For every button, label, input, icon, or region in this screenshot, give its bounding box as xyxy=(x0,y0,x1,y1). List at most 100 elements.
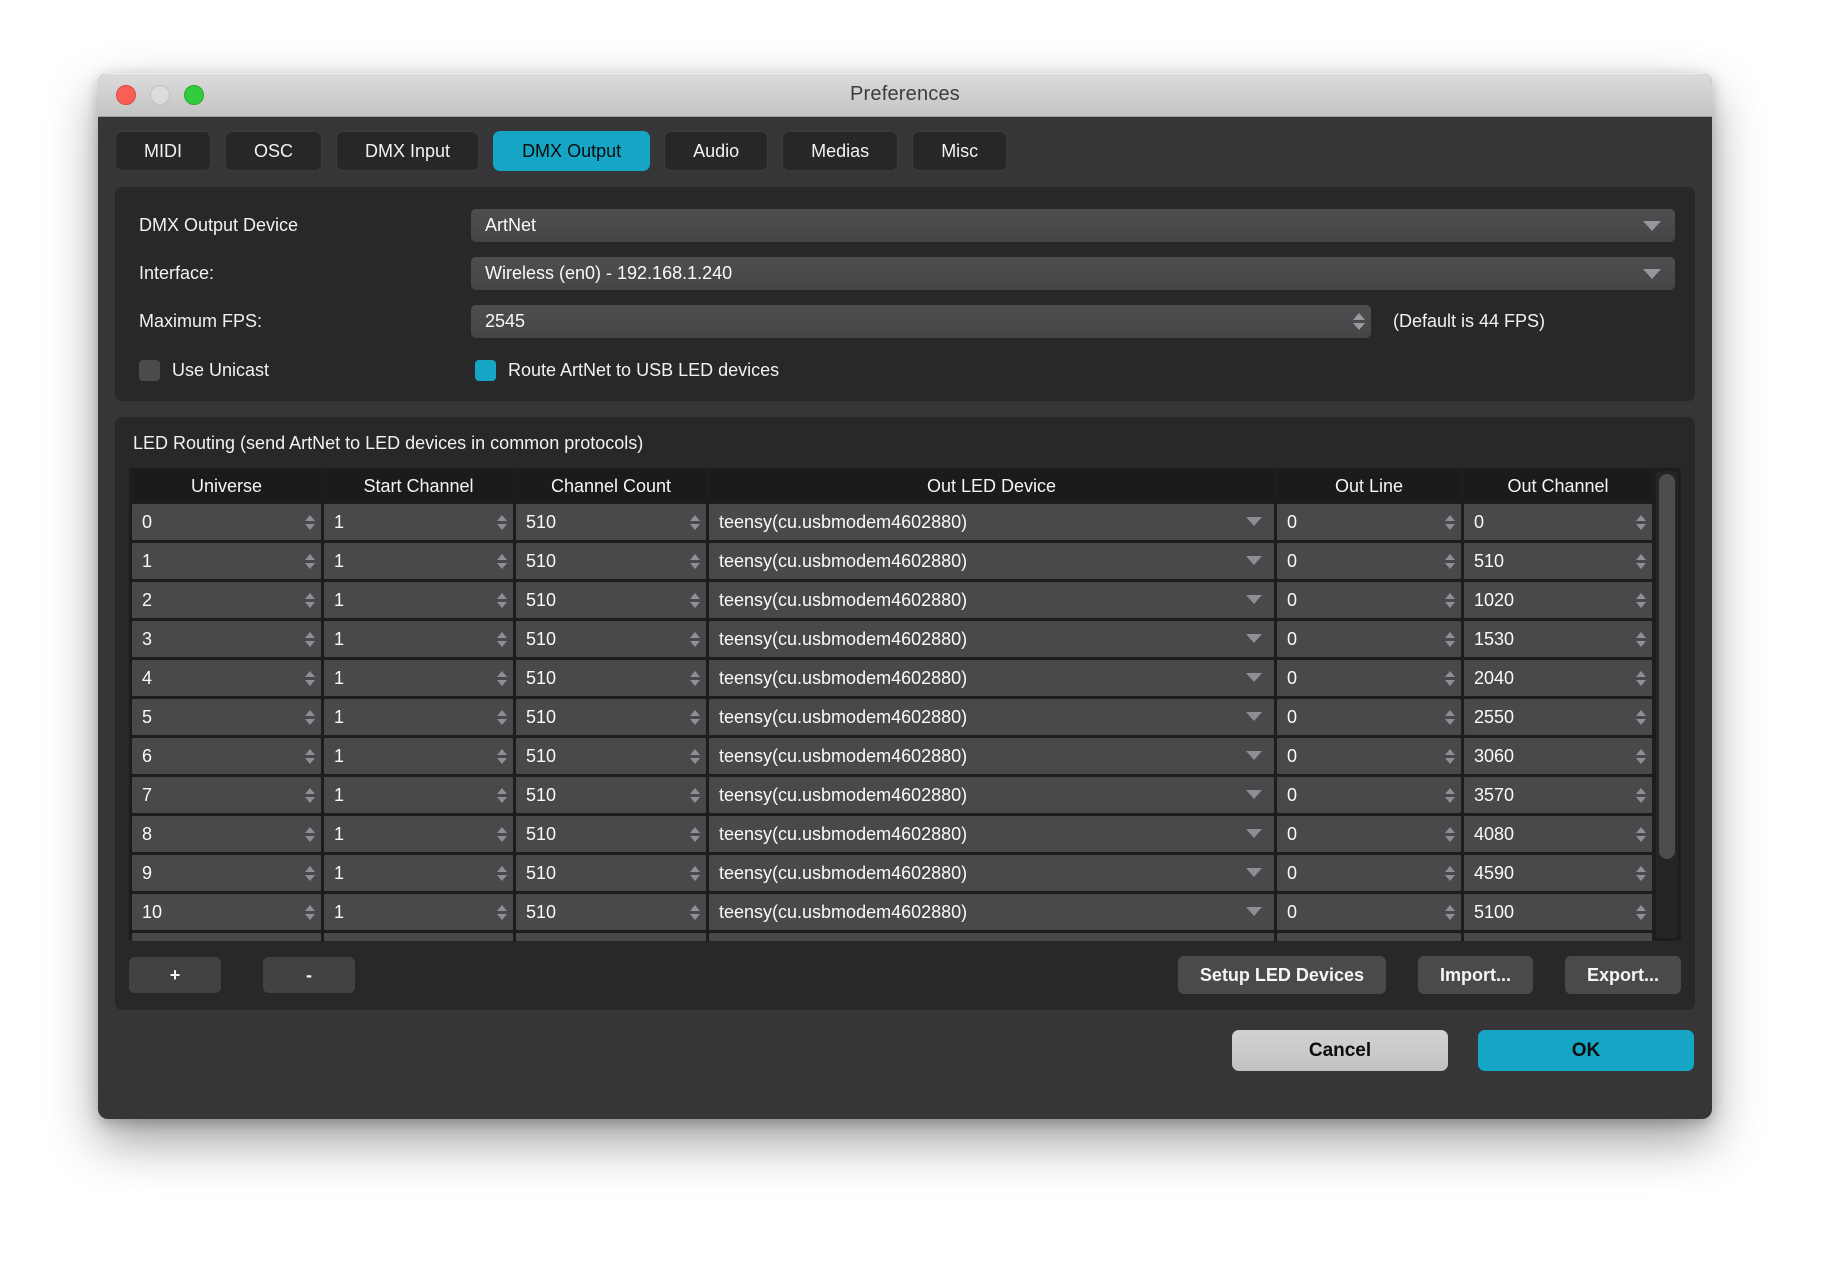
tab-dmx-output[interactable]: DMX Output xyxy=(493,131,650,171)
out-led-device-cell[interactable]: teensy(cu.usbmodem4602880) xyxy=(709,699,1274,735)
out-line-cell[interactable]: 0 xyxy=(1277,621,1461,657)
stepper-arrows-icon[interactable] xyxy=(1636,504,1646,540)
out-channel-cell[interactable]: 3570 xyxy=(1464,777,1652,813)
start-channel-cell[interactable]: 1 xyxy=(324,699,513,735)
universe-cell[interactable]: 0 xyxy=(132,504,321,540)
out-channel-cell[interactable]: 510 xyxy=(1464,543,1652,579)
out-led-device-cell[interactable]: teensy(cu.usbmodem4602880) xyxy=(709,777,1274,813)
dmx-output-device-dropdown[interactable]: ArtNet xyxy=(471,209,1675,242)
start-channel-cell[interactable]: 1 xyxy=(324,816,513,852)
out-line-cell[interactable]: 0 xyxy=(1277,894,1461,930)
stepper-arrows-icon[interactable] xyxy=(690,816,700,852)
channel-count-cell[interactable]: 510 xyxy=(516,699,706,735)
stepper-arrows-icon[interactable] xyxy=(305,777,315,813)
channel-count-cell[interactable]: 510 xyxy=(516,543,706,579)
stepper-arrows-icon[interactable] xyxy=(690,855,700,891)
route-artnet-checkbox[interactable] xyxy=(475,360,496,381)
start-channel-cell[interactable]: 1 xyxy=(324,621,513,657)
stepper-arrows-icon[interactable] xyxy=(1445,777,1455,813)
out-led-device-cell[interactable]: teensy(cu.usbmodem4602880) xyxy=(709,894,1274,930)
ok-button[interactable]: OK xyxy=(1478,1030,1694,1071)
scrollbar-thumb[interactable] xyxy=(1659,474,1675,859)
stepper-arrows-icon[interactable] xyxy=(497,738,507,774)
start-channel-cell[interactable]: 1 xyxy=(324,855,513,891)
stepper-arrows-icon[interactable] xyxy=(305,582,315,618)
out-channel-cell[interactable]: 5100 xyxy=(1464,894,1652,930)
start-channel-cell[interactable]: 1 xyxy=(324,660,513,696)
tab-dmx-input[interactable]: DMX Input xyxy=(336,131,479,171)
stepper-arrows-icon[interactable] xyxy=(1353,305,1365,338)
out-line-cell[interactable]: 0 xyxy=(1277,504,1461,540)
out-channel-cell[interactable]: 4080 xyxy=(1464,816,1652,852)
out-channel-cell[interactable]: 0 xyxy=(1464,504,1652,540)
stepper-arrows-icon[interactable] xyxy=(497,777,507,813)
stepper-arrows-icon[interactable] xyxy=(690,777,700,813)
interface-dropdown[interactable]: Wireless (en0) - 192.168.1.240 xyxy=(471,257,1675,290)
channel-count-cell[interactable]: 510 xyxy=(516,816,706,852)
stepper-arrows-icon[interactable] xyxy=(690,660,700,696)
start-channel-cell[interactable]: 1 xyxy=(324,504,513,540)
export-button[interactable]: Export... xyxy=(1565,956,1681,994)
out-line-cell[interactable]: 0 xyxy=(1277,660,1461,696)
stepper-arrows-icon[interactable] xyxy=(497,894,507,930)
add-row-button[interactable]: + xyxy=(129,957,221,993)
channel-count-cell[interactable]: 510 xyxy=(516,855,706,891)
out-led-device-cell[interactable]: teensy(cu.usbmodem4602880) xyxy=(709,660,1274,696)
stepper-arrows-icon[interactable] xyxy=(1636,777,1646,813)
out-led-device-cell[interactable]: teensy(cu.usbmodem4602880) xyxy=(709,543,1274,579)
stepper-arrows-icon[interactable] xyxy=(305,699,315,735)
universe-cell[interactable]: 6 xyxy=(132,738,321,774)
out-led-device-cell[interactable]: teensy(cu.usbmodem4602880) xyxy=(709,582,1274,618)
stepper-arrows-icon[interactable] xyxy=(497,816,507,852)
tab-misc[interactable]: Misc xyxy=(912,131,1007,171)
zoom-button[interactable] xyxy=(184,85,204,105)
channel-count-cell[interactable]: 510 xyxy=(516,894,706,930)
tab-medias[interactable]: Medias xyxy=(782,131,898,171)
remove-row-button[interactable]: - xyxy=(263,957,355,993)
start-channel-cell[interactable]: 1 xyxy=(324,738,513,774)
stepper-arrows-icon[interactable] xyxy=(1636,855,1646,891)
out-line-cell[interactable]: 0 xyxy=(1277,855,1461,891)
out-line-cell[interactable]: 0 xyxy=(1277,582,1461,618)
universe-cell[interactable]: 7 xyxy=(132,777,321,813)
start-channel-cell[interactable]: 1 xyxy=(324,894,513,930)
stepper-arrows-icon[interactable] xyxy=(690,543,700,579)
stepper-arrows-icon[interactable] xyxy=(305,738,315,774)
stepper-arrows-icon[interactable] xyxy=(305,894,315,930)
out-line-cell[interactable]: 0 xyxy=(1277,543,1461,579)
stepper-arrows-icon[interactable] xyxy=(1445,738,1455,774)
out-led-device-cell[interactable]: teensy(cu.usbmodem4602880) xyxy=(709,816,1274,852)
start-channel-cell[interactable]: 1 xyxy=(324,543,513,579)
stepper-arrows-icon[interactable] xyxy=(497,660,507,696)
start-channel-cell[interactable]: 1 xyxy=(324,582,513,618)
stepper-arrows-icon[interactable] xyxy=(497,855,507,891)
universe-cell[interactable]: 4 xyxy=(132,660,321,696)
out-line-cell[interactable]: 0 xyxy=(1277,816,1461,852)
use-unicast-checkbox[interactable] xyxy=(139,360,160,381)
stepper-arrows-icon[interactable] xyxy=(305,855,315,891)
start-channel-cell[interactable]: 1 xyxy=(324,777,513,813)
stepper-arrows-icon[interactable] xyxy=(497,504,507,540)
stepper-arrows-icon[interactable] xyxy=(1445,855,1455,891)
stepper-arrows-icon[interactable] xyxy=(1445,504,1455,540)
import-button[interactable]: Import... xyxy=(1418,956,1533,994)
out-channel-cell[interactable]: 1530 xyxy=(1464,621,1652,657)
stepper-arrows-icon[interactable] xyxy=(1445,699,1455,735)
stepper-arrows-icon[interactable] xyxy=(1636,738,1646,774)
stepper-arrows-icon[interactable] xyxy=(690,582,700,618)
stepper-arrows-icon[interactable] xyxy=(690,504,700,540)
out-line-cell[interactable]: 0 xyxy=(1277,738,1461,774)
universe-cell[interactable]: 9 xyxy=(132,855,321,891)
stepper-arrows-icon[interactable] xyxy=(690,699,700,735)
stepper-arrows-icon[interactable] xyxy=(1636,699,1646,735)
stepper-arrows-icon[interactable] xyxy=(1636,621,1646,657)
out-channel-cell[interactable]: 1020 xyxy=(1464,582,1652,618)
out-channel-cell[interactable]: 4590 xyxy=(1464,855,1652,891)
table-scrollbar[interactable] xyxy=(1656,471,1678,938)
stepper-arrows-icon[interactable] xyxy=(305,621,315,657)
out-led-device-cell[interactable]: teensy(cu.usbmodem4602880) xyxy=(709,855,1274,891)
stepper-arrows-icon[interactable] xyxy=(305,660,315,696)
out-channel-cell[interactable]: 2040 xyxy=(1464,660,1652,696)
stepper-arrows-icon[interactable] xyxy=(1636,894,1646,930)
out-led-device-cell[interactable]: teensy(cu.usbmodem4602880) xyxy=(709,738,1274,774)
